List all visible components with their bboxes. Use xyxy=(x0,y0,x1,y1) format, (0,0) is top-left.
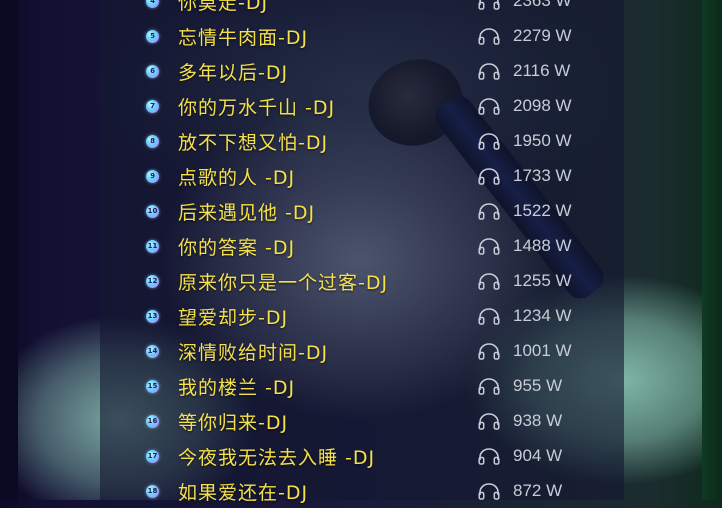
headphones-icon xyxy=(478,202,500,220)
rank-badge: 12 xyxy=(146,275,159,288)
rank-badge: 7 xyxy=(146,100,159,113)
rank-badge: 10 xyxy=(146,205,159,218)
rank-badge: 11 xyxy=(146,240,159,253)
song-row[interactable]: 17 今夜我无法去入睡 -DJ 904 W xyxy=(0,438,722,473)
song-title[interactable]: 你的万水千山 -DJ xyxy=(178,93,335,120)
headphones-icon xyxy=(478,97,500,115)
headphones-icon xyxy=(478,132,500,150)
play-count: 2363 W xyxy=(513,0,572,10)
song-title[interactable]: 你的答案 -DJ xyxy=(178,233,295,260)
song-title[interactable]: 你莫走-DJ xyxy=(178,0,268,15)
rank-badge: 17 xyxy=(146,450,159,463)
headphones-icon xyxy=(478,447,500,465)
rank-badge: 15 xyxy=(146,380,159,393)
song-title[interactable]: 望爱却步-DJ xyxy=(178,303,288,330)
rank-badge: 8 xyxy=(146,135,159,148)
song-title[interactable]: 深情败给时间-DJ xyxy=(178,338,328,365)
play-count: 1733 W xyxy=(513,166,572,185)
headphones-icon xyxy=(478,62,500,80)
play-count: 2098 W xyxy=(513,96,572,115)
song-title[interactable]: 后来遇见他 -DJ xyxy=(178,198,315,225)
play-count: 2279 W xyxy=(513,26,572,45)
play-count: 904 W xyxy=(513,446,563,465)
song-row[interactable]: 12 原来你只是一个过客-DJ 1255 W xyxy=(0,263,722,298)
headphones-icon xyxy=(478,237,500,255)
song-list: 4 你莫走-DJ 2363 W 5 忘情牛肉面-DJ 2279 W 6 多年以后-DJ 2116… xyxy=(0,0,722,508)
play-count: 1255 W xyxy=(513,271,572,290)
headphones-icon xyxy=(478,377,500,395)
song-title[interactable]: 放不下想又怕-DJ xyxy=(178,128,328,155)
song-row[interactable]: 4 你莫走-DJ 2363 W xyxy=(0,0,722,18)
headphones-icon xyxy=(478,412,500,430)
play-count: 1234 W xyxy=(513,306,572,325)
song-title[interactable]: 如果爱还在-DJ xyxy=(178,478,308,505)
song-title[interactable]: 点歌的人 -DJ xyxy=(178,163,295,190)
play-count: 2116 W xyxy=(513,61,571,80)
headphones-icon xyxy=(478,272,500,290)
rank-badge: 9 xyxy=(146,170,159,183)
rank-badge: 5 xyxy=(146,30,159,43)
song-title[interactable]: 我的楼兰 -DJ xyxy=(178,373,295,400)
play-count: 872 W xyxy=(513,481,563,500)
song-row[interactable]: 11 你的答案 -DJ 1488 W xyxy=(0,228,722,263)
rank-badge: 16 xyxy=(146,415,159,428)
song-row[interactable]: 16 等你归来-DJ 938 W xyxy=(0,403,722,438)
play-count: 1488 W xyxy=(513,236,572,255)
rank-badge: 6 xyxy=(146,65,159,78)
headphones-icon xyxy=(478,27,500,45)
rank-badge: 14 xyxy=(146,345,159,358)
headphones-icon xyxy=(478,167,500,185)
song-row[interactable]: 9 点歌的人 -DJ 1733 W xyxy=(0,158,722,193)
song-row[interactable]: 7 你的万水千山 -DJ 2098 W xyxy=(0,88,722,123)
rank-badge: 4 xyxy=(146,0,159,8)
song-row[interactable]: 8 放不下想又怕-DJ 1950 W xyxy=(0,123,722,158)
song-row[interactable]: 15 我的楼兰 -DJ 955 W xyxy=(0,368,722,403)
headphones-icon xyxy=(478,0,500,10)
play-count: 1522 W xyxy=(513,201,572,220)
song-title[interactable]: 多年以后-DJ xyxy=(178,58,288,85)
play-count: 955 W xyxy=(513,376,563,395)
song-row[interactable]: 13 望爱却步-DJ 1234 W xyxy=(0,298,722,333)
song-row[interactable]: 5 忘情牛肉面-DJ 2279 W xyxy=(0,18,722,53)
headphones-icon xyxy=(478,482,500,500)
song-row[interactable]: 14 深情败给时间-DJ 1001 W xyxy=(0,333,722,368)
play-count: 1950 W xyxy=(513,131,572,150)
song-title[interactable]: 今夜我无法去入睡 -DJ xyxy=(178,443,375,470)
play-count: 1001 W xyxy=(513,341,572,360)
song-row[interactable]: 18 如果爱还在-DJ 872 W xyxy=(0,473,722,508)
headphones-icon xyxy=(478,307,500,325)
play-count: 938 W xyxy=(513,411,563,430)
rank-badge: 13 xyxy=(146,310,159,323)
song-row[interactable]: 6 多年以后-DJ 2116 W xyxy=(0,53,722,88)
song-title[interactable]: 忘情牛肉面-DJ xyxy=(178,23,308,50)
song-row[interactable]: 10 后来遇见他 -DJ 1522 W xyxy=(0,193,722,228)
song-title[interactable]: 等你归来-DJ xyxy=(178,408,288,435)
headphones-icon xyxy=(478,342,500,360)
song-title[interactable]: 原来你只是一个过客-DJ xyxy=(178,268,388,295)
rank-badge: 18 xyxy=(146,485,159,498)
